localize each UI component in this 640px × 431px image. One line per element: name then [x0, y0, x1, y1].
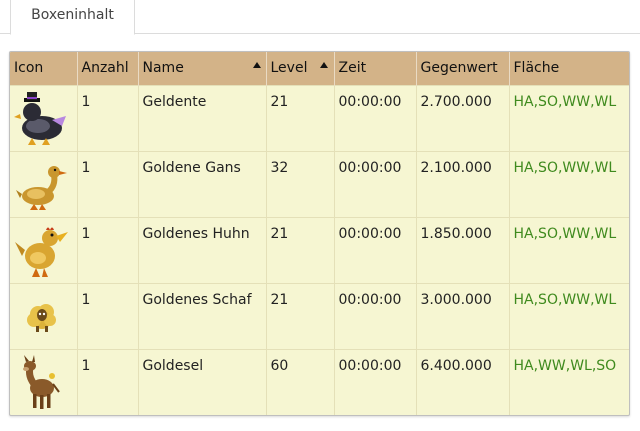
table-row[interactable]: 1 Goldenes Schaf 21 00:00:00 3.000.000 H…	[10, 282, 629, 349]
zeit-cell: 00:00:00	[334, 150, 417, 217]
flaeche-cell: HA,WW,WL,SO	[509, 348, 629, 415]
col-header-flaeche[interactable]: Fläche	[509, 52, 629, 85]
col-header-gegenwert[interactable]: Gegenwert	[416, 52, 510, 85]
sort-asc-icon	[252, 62, 261, 68]
gegenwert-cell: 3.000.000	[416, 282, 510, 349]
col-header-level[interactable]: Level	[266, 52, 335, 85]
table-row[interactable]: 1 Goldene Gans 32 00:00:00 2.100.000 HA,…	[10, 150, 629, 217]
gegenwert-cell: 1.850.000	[416, 216, 510, 283]
flaeche-cell: HA,SO,WW,WL	[509, 150, 629, 217]
zeit-cell: 00:00:00	[334, 348, 417, 415]
tab-bar: Boxeninhalt	[0, 0, 640, 35]
icon-cell	[10, 84, 78, 151]
flaeche-cell: HA,SO,WW,WL	[509, 84, 629, 151]
table-row[interactable]: 1 Goldesel 60 00:00:00 6.400.000 HA,WW,W…	[10, 348, 629, 415]
money-duck-icon	[12, 90, 77, 148]
anzahl-cell: 1	[77, 348, 139, 415]
zeit-cell: 00:00:00	[334, 84, 417, 151]
col-header-zeit[interactable]: Zeit	[334, 52, 417, 85]
sort-asc-icon	[319, 62, 328, 68]
name-cell: Goldene Gans	[138, 150, 267, 217]
level-cell: 60	[266, 348, 335, 415]
tab-boxeninhalt[interactable]: Boxeninhalt	[10, 0, 135, 35]
col-header-icon[interactable]: Icon	[10, 52, 78, 85]
icon-cell	[10, 150, 78, 217]
table-row[interactable]: 1 Geldente 21 00:00:00 2.700.000 HA,SO,W…	[10, 84, 629, 151]
golden-goose-icon	[12, 156, 77, 214]
name-cell: Geldente	[138, 84, 267, 151]
gold-donkey-icon	[12, 354, 77, 412]
name-cell: Goldenes Huhn	[138, 216, 267, 283]
table-header-row: Icon Anzahl Name Level Zeit Gegenwert Fl…	[10, 52, 629, 85]
col-header-anzahl[interactable]: Anzahl	[77, 52, 139, 85]
golden-chicken-icon	[12, 222, 77, 280]
icon-cell	[10, 216, 78, 283]
table-row[interactable]: 1 Goldenes Huhn 21 00:00:00 1.850.000 HA…	[10, 216, 629, 283]
name-cell: Goldesel	[138, 348, 267, 415]
zeit-cell: 00:00:00	[334, 282, 417, 349]
anzahl-cell: 1	[77, 216, 139, 283]
golden-sheep-icon	[12, 288, 77, 346]
flaeche-cell: HA,SO,WW,WL	[509, 216, 629, 283]
anzahl-cell: 1	[77, 150, 139, 217]
gegenwert-cell: 6.400.000	[416, 348, 510, 415]
name-cell: Goldenes Schaf	[138, 282, 267, 349]
level-cell: 21	[266, 282, 335, 349]
icon-cell	[10, 348, 78, 415]
level-cell: 21	[266, 84, 335, 151]
level-cell: 21	[266, 216, 335, 283]
icon-cell	[10, 282, 78, 349]
gegenwert-cell: 2.700.000	[416, 84, 510, 151]
anzahl-cell: 1	[77, 84, 139, 151]
box-content-table: Icon Anzahl Name Level Zeit Gegenwert Fl…	[9, 51, 630, 416]
flaeche-cell: HA,SO,WW,WL	[509, 282, 629, 349]
zeit-cell: 00:00:00	[334, 216, 417, 283]
col-header-name[interactable]: Name	[138, 52, 267, 85]
level-cell: 32	[266, 150, 335, 217]
anzahl-cell: 1	[77, 282, 139, 349]
gegenwert-cell: 2.100.000	[416, 150, 510, 217]
